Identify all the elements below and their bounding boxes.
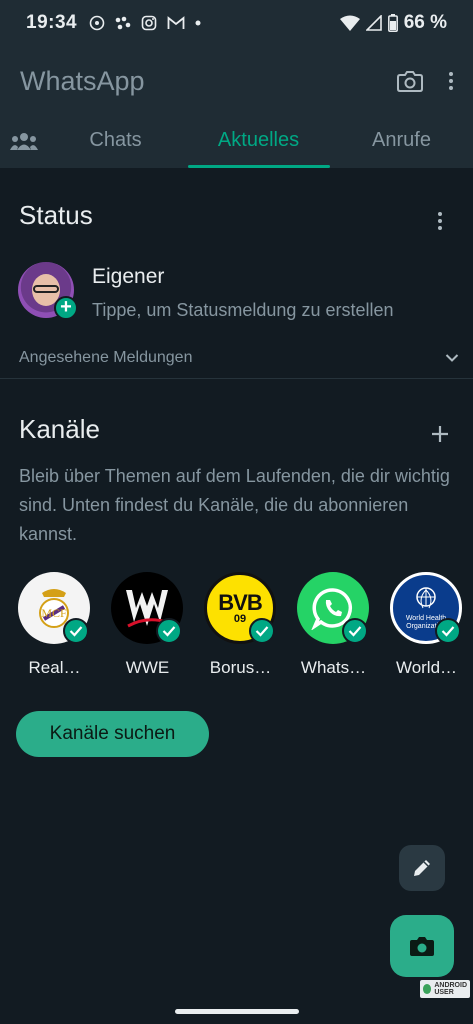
camera-status-button[interactable]	[390, 915, 454, 977]
watermark-line1: ANDROID	[434, 982, 467, 989]
status-time: 19:34	[26, 12, 78, 33]
notification-icons	[89, 15, 201, 31]
channel-name: WWE	[125, 658, 170, 677]
section-divider	[0, 378, 473, 379]
instagram-icon	[141, 15, 157, 31]
channel-name: World…	[395, 658, 458, 677]
podcast-icon	[89, 15, 105, 31]
my-status-subtitle: Tippe, um Statusmeldung zu erstellen	[92, 300, 394, 320]
battery-percent: 66 %	[403, 12, 447, 33]
pencil-icon	[414, 860, 430, 876]
android-user-logo-icon	[423, 984, 432, 994]
subscribed-check-icon	[156, 618, 182, 644]
gesture-nav-bar[interactable]	[175, 1009, 299, 1014]
chevron-down-icon	[445, 354, 459, 362]
bvb-logo-text: BVB	[218, 589, 262, 615]
channel-name: Whats…	[300, 658, 367, 677]
channels-section-title: Kanäle	[19, 414, 100, 444]
dot-icon	[195, 20, 201, 26]
battery-icon	[387, 14, 398, 32]
channels-description: Bleib über Themen auf dem Laufenden, die…	[19, 466, 450, 544]
tab-bar: Chats Aktuelles Anrufe	[0, 114, 473, 168]
search-channels-button[interactable]: Kanäle suchen	[16, 711, 209, 757]
channel-item-borussia[interactable]: BVB 09 Borus…	[204, 572, 277, 682]
channel-name: Borus…	[209, 658, 272, 677]
subscribed-check-icon	[249, 618, 275, 644]
channel-item-whatsapp[interactable]: Whats…	[297, 572, 370, 682]
channel-name: Real…	[28, 658, 81, 677]
app-title: WhatsApp	[20, 65, 145, 96]
channel-item-real[interactable]: MCF Real…	[18, 572, 91, 682]
app-bar: WhatsApp	[0, 56, 473, 106]
add-channel-icon[interactable]	[426, 420, 454, 448]
more-options-icon[interactable]	[449, 72, 453, 90]
status-section-title: Status	[19, 200, 93, 230]
tab-aktuelles[interactable]: Aktuelles	[187, 114, 330, 168]
tab-chats[interactable]: Chats	[44, 114, 187, 168]
subscribed-check-icon	[342, 618, 368, 644]
channel-list: MCF Real… WWE BVB 09 Borus… Whats… World…	[18, 572, 468, 682]
channel-item-who[interactable]: World Health Organization World…	[390, 572, 463, 682]
camera-icon	[410, 937, 434, 956]
camera-icon[interactable]	[397, 69, 423, 93]
gmail-icon	[167, 16, 185, 29]
communities-icon	[10, 133, 38, 150]
status-right: 66 %	[339, 12, 447, 34]
tab-communities[interactable]	[0, 131, 44, 151]
system-status-bar: 19:34 66 %	[0, 0, 473, 46]
android-user-watermark: ANDROID USER	[420, 980, 470, 998]
viewed-updates-toggle[interactable]: Angesehene Meldungen	[19, 346, 459, 370]
text-status-button[interactable]	[399, 845, 445, 891]
assistant-icon	[115, 16, 131, 30]
channel-item-wwe[interactable]: WWE	[111, 572, 184, 682]
subscribed-check-icon	[435, 618, 461, 644]
wifi-icon	[339, 15, 360, 31]
signal-icon	[365, 15, 382, 31]
status-more-options-icon[interactable]	[438, 212, 442, 230]
viewed-updates-label: Angesehene Meldungen	[19, 349, 193, 366]
my-status-row[interactable]: + Eigener Tippe, um Statusmeldung zu ers…	[18, 262, 458, 322]
app-bar-actions	[397, 69, 453, 93]
tab-anrufe[interactable]: Anrufe	[330, 114, 473, 168]
watermark-line2: USER	[434, 989, 454, 996]
watermark-text: ANDROID USER	[434, 982, 467, 996]
add-status-icon[interactable]: +	[54, 296, 78, 320]
subscribed-check-icon	[63, 618, 89, 644]
my-status-name: Eigener	[92, 265, 165, 288]
svg-text:MCF: MCF	[41, 606, 67, 620]
